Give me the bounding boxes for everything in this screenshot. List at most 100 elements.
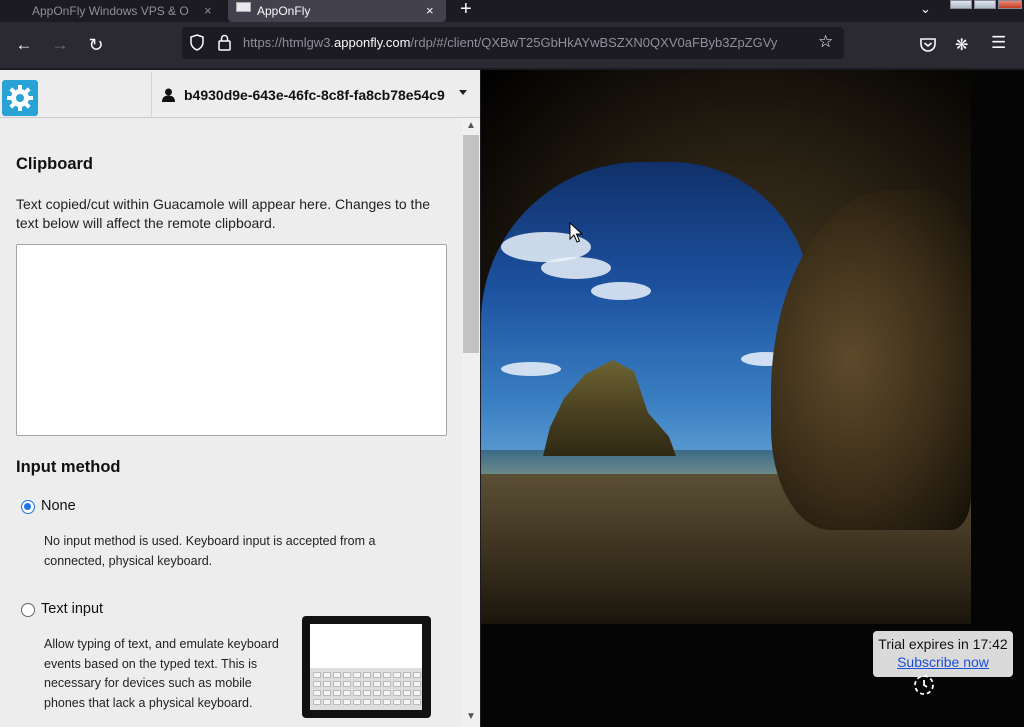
gear-icon [7,85,33,111]
tablet-screen [310,624,422,710]
trial-expiry-text: Trial expires in 17:42 [878,636,1008,652]
keyboard-key [313,681,321,687]
sidebar-content: Clipboard Text copied/cut within Guacamo… [0,118,462,727]
keyboard-key [363,672,371,678]
extensions-icon[interactable]: ❋ [955,35,968,55]
timer-icon [914,675,934,695]
onscreen-keyboard-image [310,668,422,710]
url-bar[interactable]: https://htmlgw3.apponfly.com/rdp/#/clien… [182,27,844,59]
tab-apponfly[interactable]: AppOnFly × [228,0,446,22]
settings-button[interactable] [2,80,38,116]
scroll-up-icon[interactable]: ▲ [466,120,476,131]
keyboard-key [353,681,361,687]
window-minimize-button[interactable] [950,0,972,9]
wallpaper-cave-arch [771,190,971,530]
scrollbar-thumb[interactable] [463,135,479,353]
close-tab-icon[interactable]: × [426,3,434,18]
close-tab-icon[interactable]: × [204,3,212,18]
tab-apponfly-windows-vps[interactable]: AppOnFly Windows VPS & O × [0,0,222,22]
url-path: /rdp/#/client/QXBwT25GbHkAYwBSZXN0QXV0aF… [410,35,778,50]
keyboard-key [393,699,401,705]
radio-none-label[interactable]: None [41,498,76,514]
keyboard-key [343,699,351,705]
keyboard-key [413,672,421,678]
keyboard-key [363,690,371,696]
tab-title: AppOnFly Windows VPS & O [32,4,189,18]
radio-text-input[interactable] [21,603,35,617]
keyboard-key [403,681,411,687]
list-all-tabs-icon[interactable]: ⌄ [920,1,931,17]
keyboard-key [403,699,411,705]
keyboard-key [373,681,381,687]
keyboard-key [343,672,351,678]
page-favicon-icon [236,2,251,12]
keyboard-key [373,699,381,705]
keyboard-key [333,699,341,705]
tab-title: AppOnFly [257,4,311,18]
keyboard-key [323,672,331,678]
remote-desktop-display[interactable]: Trial expires in 17:42 Subscribe now [481,70,1024,727]
keyboard-key [383,681,391,687]
forward-arrow-icon[interactable]: → [50,35,70,55]
keyboard-key [353,699,361,705]
subscribe-link[interactable]: Subscribe now [873,654,1013,670]
keyboard-key [333,672,341,678]
username-label: b4930d9e-643e-46fc-8c8f-fa8cb78e54c9 [184,87,445,103]
tablet-keyboard-illustration [302,616,431,718]
new-tab-button[interactable]: + [460,0,472,21]
navigation-bar: ← → ↻ https://htmlgw3.apponfly.com/rdp/#… [0,22,1024,68]
sidebar-header: b4930d9e-643e-46fc-8c8f-fa8cb78e54c9 [0,70,480,118]
back-arrow-icon[interactable]: ← [14,35,34,55]
keyboard-key [323,699,331,705]
clipboard-description: Text copied/cut within Guacamole will ap… [16,196,431,231]
url-prefix: https://htmlgw3. [243,35,335,50]
desktop-wallpaper [481,70,971,624]
keyboard-key [353,672,361,678]
keyboard-key [373,690,381,696]
keyboard-key [353,690,361,696]
keyboard-key [393,681,401,687]
keyboard-key [373,672,381,678]
star-icon[interactable]: ☆ [818,32,833,52]
keyboard-key [313,699,321,705]
trial-notice: Trial expires in 17:42 Subscribe now [873,631,1013,677]
keyboard-key [413,681,421,687]
keyboard-key [363,681,371,687]
keyboard-key [333,681,341,687]
keyboard-key [393,690,401,696]
user-icon [162,88,175,102]
sidebar-scrollbar[interactable]: ▲ ▼ [462,118,480,727]
text-input-description: Allow typing of text, and emulate keyboa… [44,637,279,710]
keyboard-key [403,672,411,678]
window-maximize-button[interactable] [974,0,996,9]
clipboard-textarea[interactable] [16,244,447,436]
radio-text-input-label[interactable]: Text input [41,601,103,617]
mouse-cursor-icon [569,222,583,243]
keyboard-key [383,672,391,678]
keyboard-key [343,681,351,687]
input-method-title: Input method [16,458,121,476]
keyboard-key [313,672,321,678]
keyboard-key [343,690,351,696]
keyboard-key [333,690,341,696]
menu-icon[interactable]: ☰ [991,33,1006,53]
keyboard-key [383,699,391,705]
url-host: apponfly.com [334,35,411,50]
window-close-button[interactable] [998,0,1022,9]
tab-strip: AppOnFly Windows VPS & O × AppOnFly × + … [0,0,1024,22]
shield-icon[interactable] [190,34,204,51]
pocket-icon[interactable] [919,36,937,54]
keyboard-key [413,699,421,705]
keyboard-key [413,690,421,696]
user-menu[interactable]: b4930d9e-643e-46fc-8c8f-fa8cb78e54c9 [151,72,480,118]
keyboard-key [403,690,411,696]
lock-icon[interactable] [218,34,231,51]
keyboard-key [393,672,401,678]
url-text[interactable]: https://htmlgw3.apponfly.com/rdp/#/clien… [243,35,809,50]
scroll-down-icon[interactable]: ▼ [466,711,476,722]
keyboard-key [323,690,331,696]
guacamole-sidebar: b4930d9e-643e-46fc-8c8f-fa8cb78e54c9 Cli… [0,70,480,727]
reload-icon[interactable]: ↻ [86,35,106,55]
radio-none[interactable] [21,500,35,514]
keyboard-key [363,699,371,705]
